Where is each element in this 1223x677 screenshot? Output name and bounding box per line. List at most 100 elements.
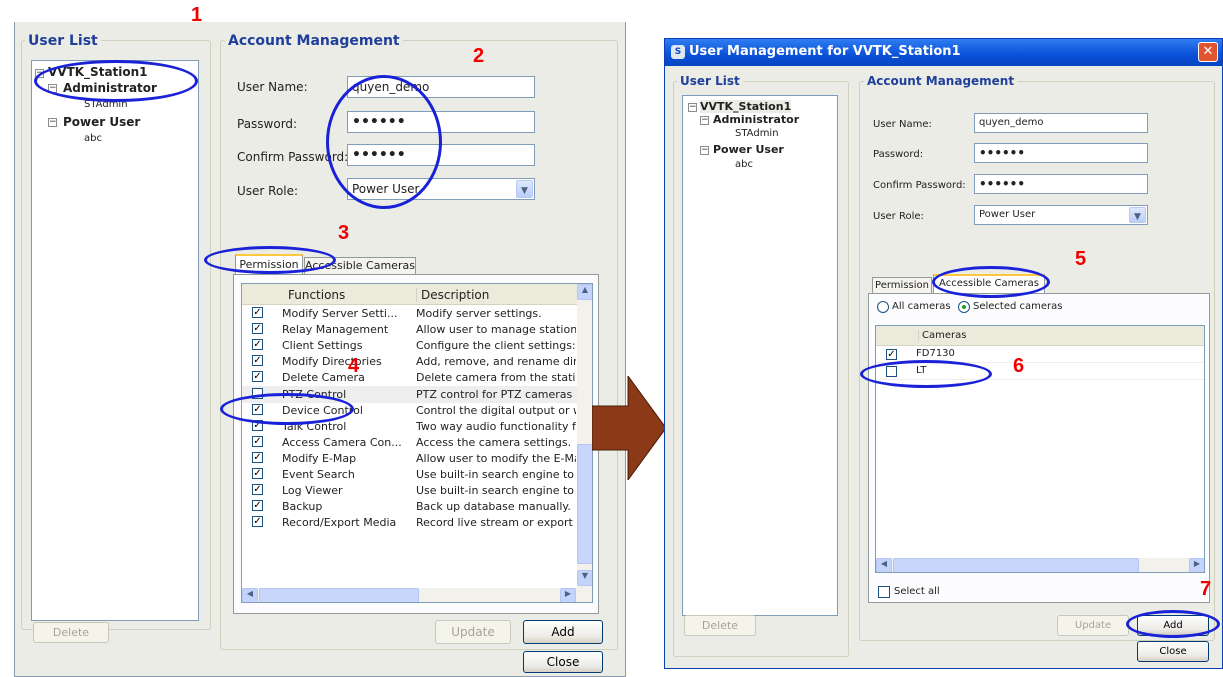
delete-button[interactable]: Delete — [684, 615, 756, 636]
permission-checkbox[interactable]: ✓ — [252, 516, 263, 528]
camera-checkbox[interactable]: ✓ — [886, 349, 897, 360]
callout-1: 1 — [191, 4, 203, 26]
account-title: Account Management — [225, 33, 403, 49]
permission-name: Access Camera Con... — [282, 435, 402, 449]
collapse-icon[interactable]: − — [48, 118, 57, 127]
callout-7: 7 — [1200, 578, 1212, 600]
permission-description: Back up database manually. — [416, 500, 571, 514]
highlight-add — [1126, 610, 1220, 638]
permission-checkbox[interactable]: ✓ — [252, 355, 263, 367]
permission-row[interactable]: ✓ Modify E-Map Allow user to modify the E-… — [242, 450, 577, 467]
collapse-icon[interactable]: − — [700, 116, 709, 125]
scroll-down-icon[interactable]: ▼ — [577, 570, 592, 586]
tree-user-abc[interactable]: abc — [84, 133, 102, 144]
user-tree[interactable]: − VVTK_Station1 − Administrator STAdmin … — [682, 95, 838, 616]
permission-description: Modify server settings. — [416, 307, 542, 320]
right-dialog: S User Management for VVTK_Station1 ✕ Us… — [664, 38, 1223, 669]
permission-list: Functions Description ✓ Modify Server Set… — [241, 283, 593, 603]
permission-row[interactable]: ✓ Access Camera Con... Access the camera s… — [242, 434, 577, 451]
left-dialog: User List − VVTK_Station1 − Administrato… — [14, 22, 626, 677]
tree-user-stadmin[interactable]: STAdmin — [735, 128, 779, 139]
column-cameras[interactable]: Cameras — [918, 330, 966, 341]
radio-dot — [962, 305, 966, 309]
permission-checkbox[interactable]: ✓ — [252, 371, 263, 383]
password-field[interactable]: •••••• — [974, 143, 1148, 163]
select-all-checkbox[interactable] — [878, 586, 890, 598]
account-title: Account Management — [864, 74, 1018, 88]
horizontal-scrollbar[interactable]: ◀ ▶ — [242, 588, 592, 602]
highlight-ptz — [220, 393, 354, 425]
scroll-left-icon[interactable]: ◀ — [242, 588, 258, 602]
permission-checkbox[interactable]: ✓ — [252, 339, 263, 351]
horizontal-scrollbar[interactable]: ◀ ▶ — [876, 558, 1204, 572]
app-icon: S — [671, 45, 685, 59]
close-button[interactable]: Close — [523, 651, 603, 673]
collapse-icon[interactable]: − — [688, 103, 697, 112]
permission-description: Record live stream or export p — [416, 516, 576, 530]
permission-row[interactable]: ✓ Record/Export Media Record live stream o… — [242, 514, 577, 531]
permission-name: Modify E-Map — [282, 451, 357, 465]
user-role-value: Power User — [979, 209, 1036, 220]
permission-checkbox[interactable]: ✓ — [252, 484, 263, 496]
tree-group-administrator[interactable]: Administrator — [713, 113, 799, 126]
confirm-password-label: Confirm Password: — [873, 180, 966, 191]
permission-row[interactable]: ✓ Client Settings Configure the client set… — [242, 337, 577, 354]
scroll-left-icon[interactable]: ◀ — [876, 558, 892, 572]
tree-station[interactable]: VVTK_Station1 — [700, 100, 792, 113]
user-tree[interactable]: − VVTK_Station1 − Administrator STAdmin … — [31, 60, 199, 621]
delete-button[interactable]: Delete — [33, 622, 109, 643]
permission-description: Two way audio functionality fc — [416, 419, 576, 433]
column-description[interactable]: Description — [416, 288, 489, 302]
permission-checkbox[interactable]: ✓ — [252, 307, 263, 318]
permission-row[interactable]: ✓ Log Viewer Use built-in search engine to… — [242, 482, 577, 499]
chevron-down-icon[interactable]: ▼ — [516, 180, 533, 198]
update-button[interactable]: Update — [1057, 615, 1129, 636]
user-name-field[interactable]: quyen_demo — [974, 113, 1148, 133]
scroll-right-icon[interactable]: ▶ — [560, 588, 576, 602]
user-role-select[interactable]: Power User ▼ — [974, 205, 1148, 225]
callout-5: 5 — [1075, 248, 1087, 270]
collapse-icon[interactable]: − — [700, 146, 709, 155]
permission-description: Use built-in search engine to s — [416, 468, 576, 481]
permission-row[interactable]: ✓ Delete Camera Delete camera from the sta… — [242, 369, 577, 386]
confirm-password-field[interactable]: •••••• — [974, 174, 1148, 194]
permission-name: Event Search — [282, 468, 355, 481]
permission-row[interactable]: ✓ Modify Server Setti... Modify server set… — [242, 305, 577, 322]
permission-checkbox[interactable]: ✓ — [252, 435, 263, 447]
user-name-label: User Name: — [237, 80, 308, 94]
select-all-label: Select all — [894, 586, 940, 597]
user-role-label: User Role: — [873, 211, 924, 222]
close-icon[interactable]: ✕ — [1198, 42, 1218, 62]
scroll-hthumb[interactable] — [893, 558, 1139, 572]
add-button[interactable]: Add — [523, 620, 603, 644]
scroll-hthumb[interactable] — [259, 588, 419, 602]
radio-all-cameras[interactable] — [877, 301, 889, 313]
permission-row[interactable]: ✓ Event Search Use built-in search engine … — [242, 466, 577, 483]
permission-name: Modify Server Setti... — [282, 307, 398, 320]
permission-description: Allow user to manage station i — [416, 323, 576, 337]
permission-checkbox[interactable]: ✓ — [252, 500, 263, 512]
permission-checkbox[interactable]: ✓ — [252, 323, 263, 335]
window-title: User Management for VVTK_Station1 — [689, 44, 961, 59]
permission-checkbox[interactable]: ✓ — [252, 468, 263, 479]
permission-row[interactable]: ✓ Backup Back up database manually. — [242, 498, 577, 515]
tree-group-power-user[interactable]: Power User — [63, 115, 140, 129]
tree-group-power-user[interactable]: Power User — [713, 143, 784, 156]
permission-description: Configure the client settings: : — [416, 339, 576, 353]
vertical-scrollbar[interactable]: ▲ ▼ — [577, 284, 592, 588]
permission-header: Functions Description — [242, 284, 577, 305]
scroll-right-icon[interactable]: ▶ — [1189, 558, 1204, 572]
close-button[interactable]: Close — [1137, 641, 1209, 662]
tree-user-abc[interactable]: abc — [735, 159, 753, 170]
radio-selected-cameras[interactable] — [958, 301, 970, 313]
permission-row[interactable]: ✓ Modify Directories Add, remove, and rena… — [242, 353, 577, 370]
chevron-down-icon[interactable]: ▼ — [1129, 207, 1146, 223]
column-functions[interactable]: Functions — [288, 288, 345, 302]
scroll-thumb[interactable] — [577, 444, 592, 564]
permission-row[interactable]: ✓ Relay Management Allow user to manage st… — [242, 321, 577, 338]
tab-permission[interactable]: Permission — [872, 277, 932, 293]
scroll-up-icon[interactable]: ▲ — [577, 284, 592, 300]
permission-checkbox[interactable]: ✓ — [252, 451, 263, 463]
update-button[interactable]: Update — [435, 620, 511, 644]
arrow-right-icon — [592, 376, 667, 480]
